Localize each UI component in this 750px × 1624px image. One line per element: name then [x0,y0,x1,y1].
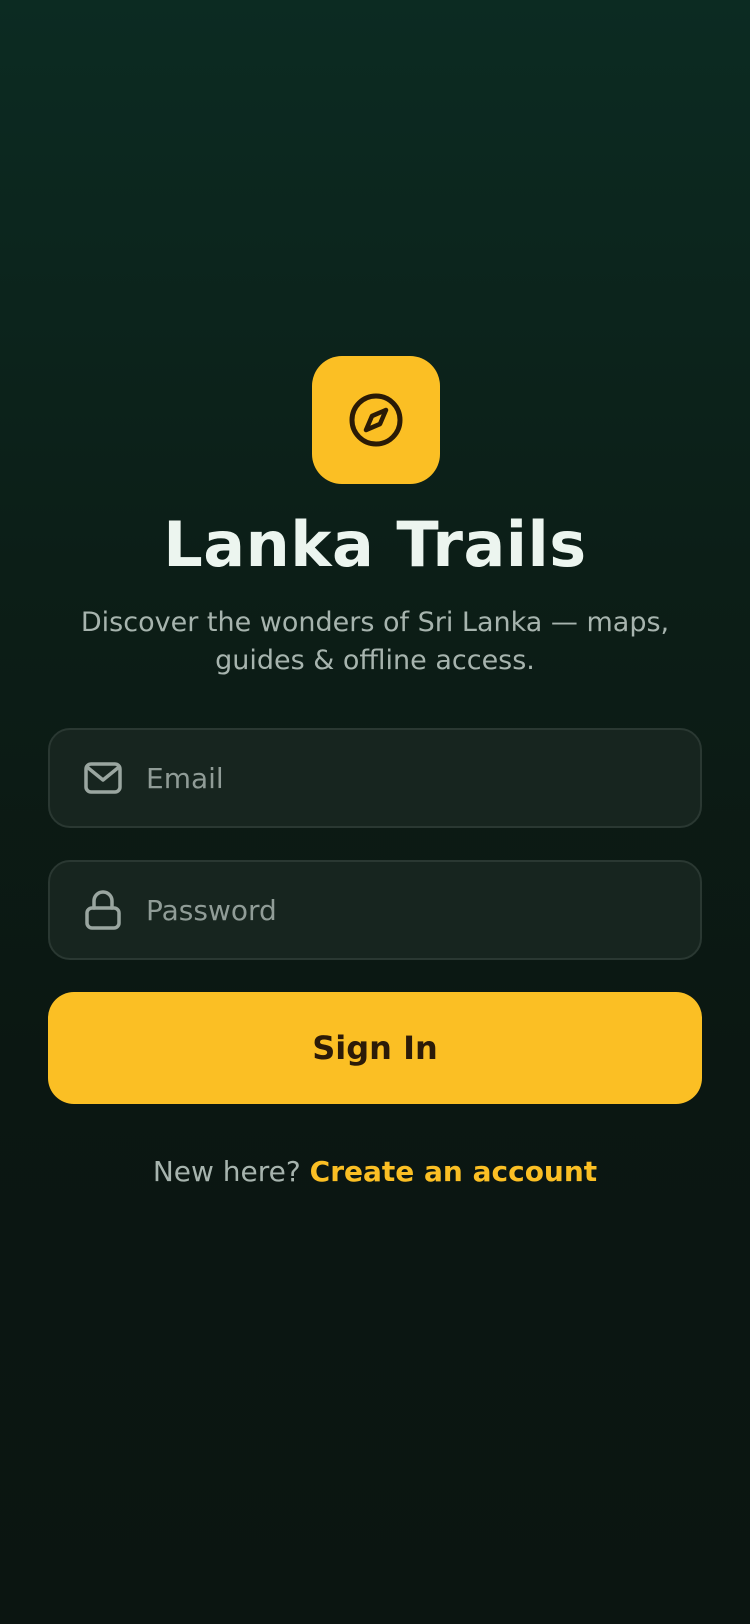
mail-icon [82,757,124,799]
password-field[interactable] [48,860,702,960]
create-account-link[interactable]: Create an account [310,1155,598,1188]
compass-icon [349,393,403,447]
app-tagline: Discover the wonders of Sri Lanka — maps… [75,604,675,680]
sign-in-button[interactable]: Sign In [48,992,702,1104]
app-title: Lanka Trails [163,508,587,581]
tagline-line-2: guides & offline access. [215,645,535,676]
signup-prompt: New here? Create an account [0,1152,750,1192]
signup-prompt-text: New here? [152,1155,301,1188]
email-input[interactable] [146,748,700,808]
lock-icon [82,889,124,931]
tagline-line-1: Discover the wonders of Sri Lanka — maps… [80,607,670,638]
app-logo [312,356,440,484]
email-field[interactable] [48,728,702,828]
password-input[interactable] [146,880,700,940]
